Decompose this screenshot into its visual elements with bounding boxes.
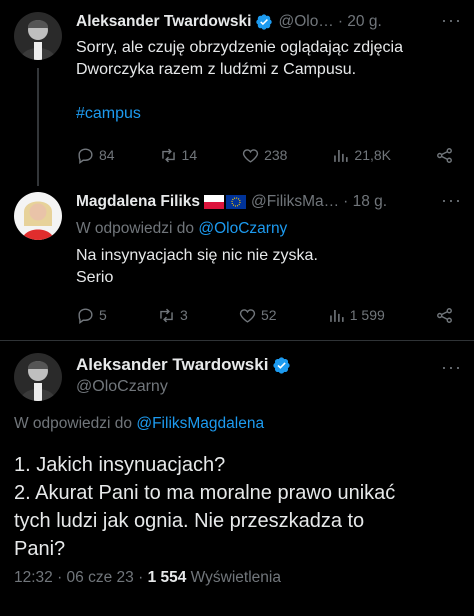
like-count: 238 xyxy=(264,147,288,163)
reply-count: 84 xyxy=(99,147,115,163)
tweet-text: Sorry, ale czuję obrzydzenie oglądając z… xyxy=(76,37,460,125)
tweet-1[interactable]: Aleksander Twardowski @Olo… · 20 g. ··· … xyxy=(0,0,474,186)
tweet-text-line: 2. Akurat Pani to ma moralne prawo unika… xyxy=(14,482,396,504)
eu-flag-icon xyxy=(226,195,247,209)
poland-flag-icon xyxy=(204,195,225,209)
tweet-text-line: Serio xyxy=(76,269,114,286)
like-button[interactable]: 52 xyxy=(238,306,277,325)
tweet-text-line: Sorry, ale czuję obrzydzenie oglądając z… xyxy=(76,39,403,56)
reply-context: W odpowiedzi do @OloCzarny xyxy=(76,218,287,240)
tweet-text-line: Na insynyacjach się nic nie zyska. xyxy=(76,247,318,264)
reply-context: W odpowiedzi do @FiliksMagdalena xyxy=(14,413,264,435)
tweet-header: Magdalena Filiks @FiliksMa… · 18 g. xyxy=(76,192,462,212)
author-name[interactable]: Magdalena Filiks xyxy=(76,193,200,211)
tweet-time[interactable]: · 20 g. xyxy=(338,13,382,31)
tweet-2[interactable]: Magdalena Filiks @FiliksMa… · 18 g. ··· … xyxy=(0,186,474,340)
tweet-meta: 12:32 · 06 cze 23 · 1 554 Wyświetlenia xyxy=(14,569,281,587)
tweet-actions: 84 14 238 21,8K xyxy=(76,144,454,166)
tweet-text-line: Dworczyka razem z ludźmi z Campusu. xyxy=(76,61,357,78)
tweet-actions: 5 3 52 1 599 xyxy=(76,304,454,326)
reply-handle-link[interactable]: @FiliksMagdalena xyxy=(136,415,264,432)
views-button[interactable]: 21,8K xyxy=(331,146,391,165)
share-button[interactable] xyxy=(435,146,454,165)
hashtag-link[interactable]: #campus xyxy=(76,103,460,125)
reply-icon xyxy=(78,307,93,324)
author-handle[interactable]: @OloCzarny xyxy=(76,378,168,396)
reply-prefix: W odpowiedzi do xyxy=(14,415,133,432)
tweet-text-line: Pani? xyxy=(14,538,66,560)
author-handle[interactable]: @Olo… xyxy=(278,13,333,31)
reply-button[interactable]: 84 xyxy=(76,146,115,165)
like-button[interactable]: 238 xyxy=(241,146,287,165)
tweet-time[interactable]: · 18 g. xyxy=(343,193,387,211)
tweet-text: 1. Jakich insynuacjach? 2. Akurat Pani t… xyxy=(14,451,464,563)
more-options-icon[interactable]: ··· xyxy=(441,10,462,31)
analytics-icon xyxy=(329,309,344,322)
retweet-count: 14 xyxy=(181,147,198,163)
author-handle[interactable]: @FiliksMa… xyxy=(251,193,339,211)
focused-tweet[interactable]: Aleksander Twardowski @OloCzarny ··· W o… xyxy=(0,341,474,616)
tweet-text-line: tych ludzi jak ognia. Nie przeszkadza to xyxy=(14,510,365,532)
heart-icon xyxy=(239,308,256,323)
heart-icon xyxy=(242,148,259,163)
author-name[interactable]: Aleksander Twardowski xyxy=(76,355,268,375)
analytics-icon xyxy=(334,149,349,162)
views-button[interactable]: 1 599 xyxy=(327,306,385,325)
retweet-count: 3 xyxy=(179,307,188,323)
share-icon xyxy=(437,307,452,323)
avatar[interactable] xyxy=(14,12,62,60)
views-count: 21,8K xyxy=(354,147,392,163)
retweet-button[interactable]: 3 xyxy=(157,306,188,325)
verified-badge-icon xyxy=(272,356,291,375)
tweet-timestamp[interactable]: 12:32 · 06 cze 23 · xyxy=(14,569,148,586)
author-name[interactable]: Aleksander Twardowski xyxy=(76,13,251,31)
views-count: 1 599 xyxy=(349,307,385,323)
author-row: Aleksander Twardowski xyxy=(76,355,291,375)
reply-handle-link[interactable]: @OloCzarny xyxy=(198,220,287,237)
tweet-header: Aleksander Twardowski @Olo… · 20 g. xyxy=(76,12,462,32)
reply-button[interactable]: 5 xyxy=(76,306,107,325)
views-count: 1 554 xyxy=(147,569,187,586)
retweet-icon xyxy=(160,308,173,322)
share-icon xyxy=(437,147,452,163)
verified-badge-icon xyxy=(255,13,273,31)
retweet-icon xyxy=(161,148,175,162)
retweet-button[interactable]: 14 xyxy=(159,146,198,165)
tweet-text-line: 1. Jakich insynuacjach? xyxy=(14,454,226,476)
tweet-text: Na insynyacjach się nic nie zyska. Serio xyxy=(76,245,460,289)
reply-count: 5 xyxy=(99,307,107,323)
reply-icon xyxy=(78,147,93,164)
share-button[interactable] xyxy=(435,306,454,325)
more-options-icon[interactable]: ··· xyxy=(441,190,462,211)
views-label: Wyświetlenia xyxy=(186,569,281,586)
reply-prefix: W odpowiedzi do xyxy=(76,220,195,237)
more-options-icon[interactable]: ··· xyxy=(441,357,462,378)
avatar[interactable] xyxy=(14,353,62,401)
like-count: 52 xyxy=(260,307,277,323)
avatar[interactable] xyxy=(14,192,62,240)
